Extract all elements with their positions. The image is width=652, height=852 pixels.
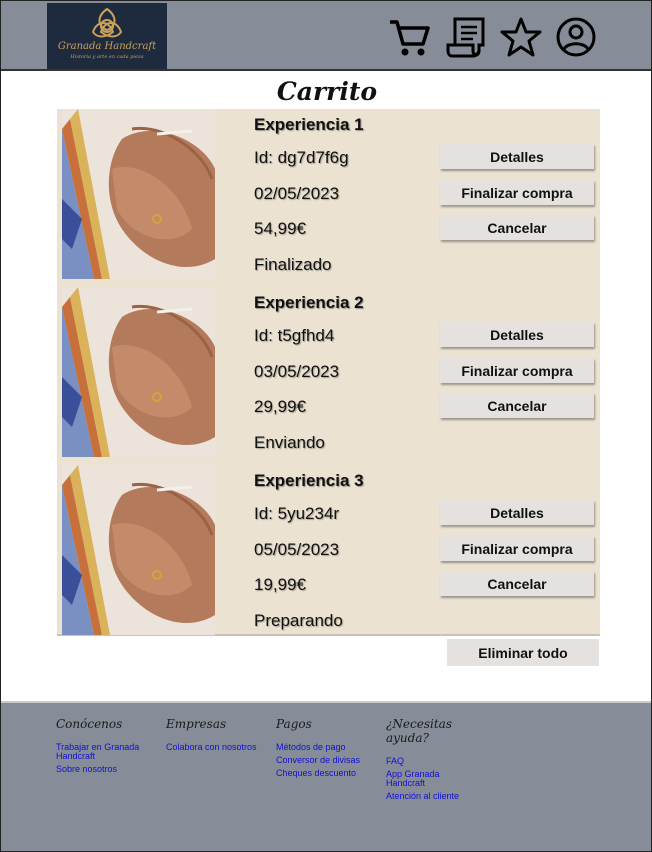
footer-link-faq[interactable]: FAQ xyxy=(386,757,496,766)
cart-icon[interactable] xyxy=(387,15,431,59)
footer-heading: Conócenos xyxy=(56,717,123,731)
item-price: 54,99€ xyxy=(254,219,306,238)
item-name: Experiencia 2 xyxy=(254,293,364,312)
footer-link-currency-converter[interactable]: Conversor de divisas xyxy=(276,756,381,765)
cart-list: Experiencia 1 Id: dg7d7f6g 02/05/2023 54… xyxy=(57,109,600,636)
footer: Conócenos Trabajar en Granada Handcraft … xyxy=(1,701,651,851)
item-name: Experiencia 1 xyxy=(254,115,364,134)
user-icon[interactable] xyxy=(554,15,598,59)
footer-column-payments: Pagos Métodos de pago Conversor de divis… xyxy=(276,717,381,782)
footer-column-business: Empresas Colabora con nosotros xyxy=(166,717,271,756)
footer-link-payment-methods[interactable]: Métodos de pago xyxy=(276,743,381,752)
item-price: 19,99€ xyxy=(254,575,306,594)
logo-title: Granada Handcraft xyxy=(57,41,157,52)
footer-link-app[interactable]: App Granada Handcraft xyxy=(386,770,451,788)
receipt-icon[interactable] xyxy=(445,15,489,59)
footer-link-work[interactable]: Trabajar en Granada Handcraft xyxy=(56,743,161,761)
checkout-button[interactable]: Finalizar compra xyxy=(440,180,594,205)
product-image[interactable] xyxy=(62,287,215,457)
checkout-button[interactable]: Finalizar compra xyxy=(440,536,594,561)
product-image[interactable] xyxy=(62,465,215,635)
footer-heading: Empresas xyxy=(166,717,227,731)
footer-link-discount-vouchers[interactable]: Cheques descuento xyxy=(276,769,381,778)
item-status: Enviando xyxy=(254,433,325,452)
logo-subtitle: Historia y arte en cada pieza xyxy=(70,54,144,60)
cart-item: Experiencia 3 Id: 5yu234r 05/05/2023 19,… xyxy=(57,465,600,641)
item-id: Id: dg7d7f6g xyxy=(254,148,349,167)
footer-link-about[interactable]: Sobre nosotros xyxy=(56,765,161,774)
footer-column-about: Conócenos Trabajar en Granada Handcraft … xyxy=(56,717,161,778)
footer-link-customer-service[interactable]: Atención al cliente xyxy=(386,792,496,801)
item-date: 05/05/2023 xyxy=(254,540,340,559)
page-title: Carrito xyxy=(276,77,378,106)
details-button[interactable]: Detalles xyxy=(440,500,594,525)
cart-item: Experiencia 2 Id: t5gfhd4 03/05/2023 29,… xyxy=(57,287,600,463)
item-date: 03/05/2023 xyxy=(254,362,340,381)
item-status: Finalizado xyxy=(254,255,332,274)
footer-heading: Pagos xyxy=(276,717,312,731)
product-image[interactable] xyxy=(62,109,215,279)
cancel-button[interactable]: Cancelar xyxy=(440,215,594,240)
footer-heading: ¿Necesitas ayuda? xyxy=(386,717,452,745)
cancel-button[interactable]: Cancelar xyxy=(440,571,594,596)
star-icon[interactable] xyxy=(499,15,543,59)
item-id: Id: t5gfhd4 xyxy=(254,326,335,345)
footer-column-help: ¿Necesitas ayuda? FAQ App Granada Handcr… xyxy=(386,717,496,805)
item-date: 02/05/2023 xyxy=(254,184,340,203)
cancel-button[interactable]: Cancelar xyxy=(440,393,594,418)
brand-logo[interactable]: Granada Handcraft Historia y arte en cad… xyxy=(47,3,167,69)
celtic-knot-icon xyxy=(91,7,123,38)
item-name: Experiencia 3 xyxy=(254,471,364,490)
page: Granada Handcraft Historia y arte en cad… xyxy=(0,0,652,852)
checkout-button[interactable]: Finalizar compra xyxy=(440,358,594,383)
delete-all-button[interactable]: Eliminar todo xyxy=(447,639,599,666)
item-status: Preparando xyxy=(254,611,343,630)
details-button[interactable]: Detalles xyxy=(440,322,594,347)
header: Granada Handcraft Historia y arte en cad… xyxy=(1,1,651,71)
footer-link-collaborate[interactable]: Colabora con nosotros xyxy=(166,743,271,752)
item-id: Id: 5yu234r xyxy=(254,504,340,523)
item-price: 29,99€ xyxy=(254,397,306,416)
details-button[interactable]: Detalles xyxy=(440,144,594,169)
cart-item: Experiencia 1 Id: dg7d7f6g 02/05/2023 54… xyxy=(57,109,600,285)
